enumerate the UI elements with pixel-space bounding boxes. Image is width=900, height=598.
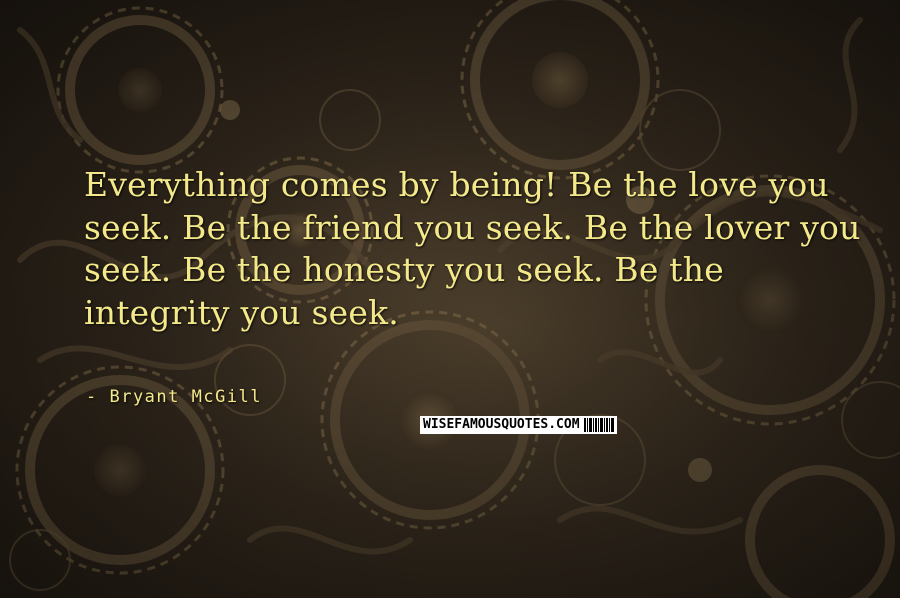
- watermark-text: WISEFAMOUSQUOTES.COM: [423, 417, 580, 432]
- quote-image: Everything comes by being! Be the love y…: [0, 0, 900, 598]
- barcode-icon: [583, 418, 614, 432]
- watermark-logo: WISEFAMOUSQUOTES.COM: [420, 416, 617, 434]
- quote-author: - Bryant McGill: [86, 387, 263, 407]
- quote-text: Everything comes by being! Be the love y…: [84, 165, 861, 332]
